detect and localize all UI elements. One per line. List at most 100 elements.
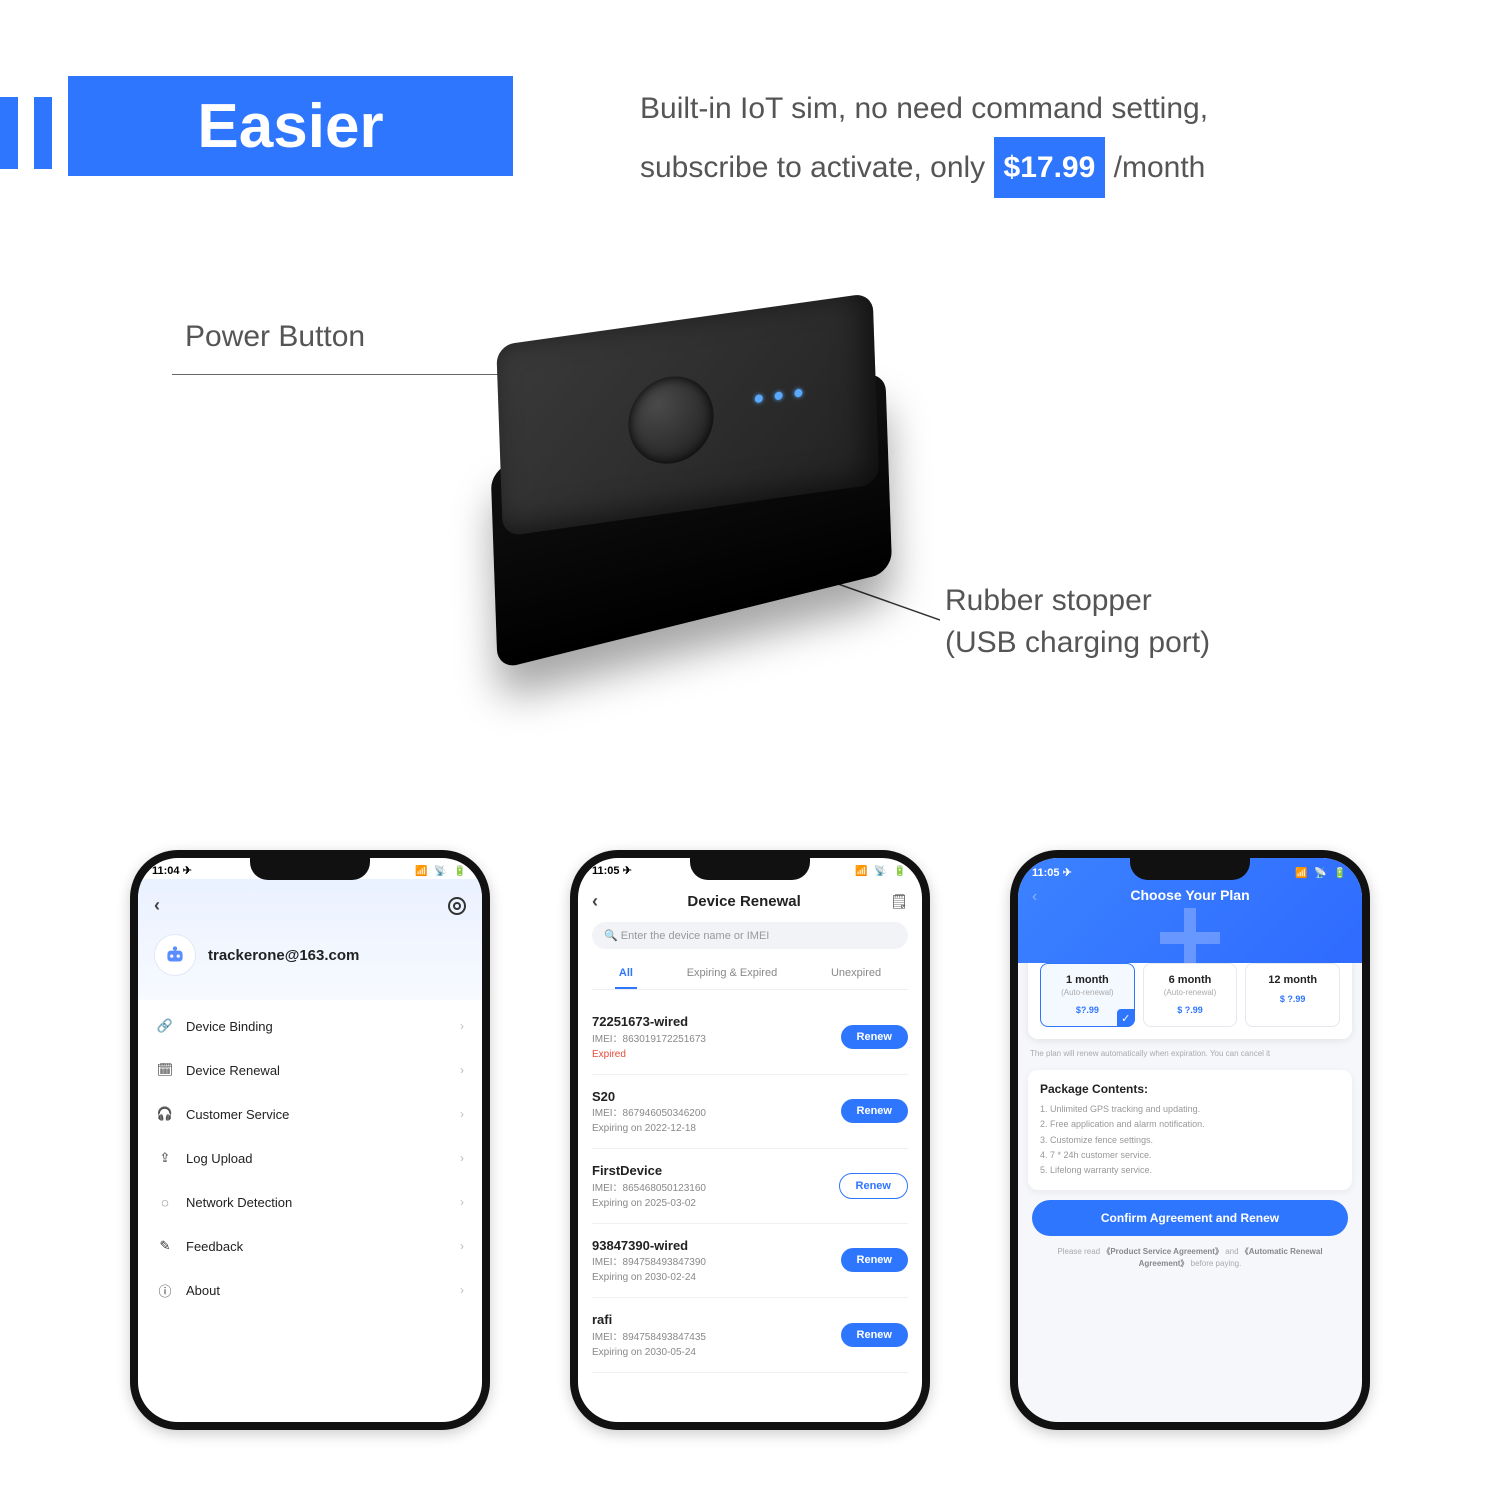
back-button[interactable]: ‹ xyxy=(592,891,598,912)
phone-renewal: 11:05 ✈ ‹ Device Renewal 🗒 🔍 Enter the d… xyxy=(570,850,930,1430)
device-status: Expiring on 2030-05-24 xyxy=(592,1345,706,1360)
menu-label: Device Binding xyxy=(186,1019,273,1034)
package-title: Package Contents: xyxy=(1040,1082,1340,1096)
search-placeholder: Enter the device name or IMEI xyxy=(621,930,770,942)
plan-12-month[interactable]: 12 month$ ?.99 xyxy=(1245,963,1340,1027)
check-icon: ✓ xyxy=(1117,1009,1135,1027)
phone-notch xyxy=(690,858,810,880)
status-icons xyxy=(415,865,468,877)
device-status: Expiring on 2022-12-18 xyxy=(592,1121,706,1136)
header-line2b: /month xyxy=(1114,151,1206,184)
search-input[interactable]: 🔍 Enter the device name or IMEI xyxy=(592,922,908,949)
tab-all[interactable]: All xyxy=(615,959,637,989)
device-imei: IMEI：894758493847435 xyxy=(592,1330,706,1345)
chevron-right-icon: › xyxy=(460,1019,464,1033)
header-copy: Built-in IoT sim, no need command settin… xyxy=(640,80,1470,198)
network-icon: ◌ xyxy=(156,1193,174,1211)
menu-item-about[interactable]: ⓘAbout› xyxy=(138,1268,482,1312)
plan-sub: (Auto-renewal) xyxy=(1148,988,1233,997)
menu-item-log-upload[interactable]: ⇪Log Upload› xyxy=(138,1136,482,1180)
plan-options: 1 month(Auto-renewal)$?.99✓ 6 month(Auto… xyxy=(1040,963,1340,1027)
renewal-header: ‹ Device Renewal 🗒 🔍 Enter the device na… xyxy=(578,879,922,1000)
device-name: rafi xyxy=(592,1310,706,1330)
device-row: rafiIMEI：894758493847435Expiring on 2030… xyxy=(592,1298,908,1373)
renew-button[interactable]: Renew xyxy=(841,1025,908,1049)
label-usb-line2: (USB charging port) xyxy=(945,626,1210,659)
account-header: ‹ trackerone@163.com xyxy=(138,879,482,1000)
plan-price: ?.99 xyxy=(1185,1005,1203,1015)
auto-renew-note: The plan will renew automatically when e… xyxy=(1018,1039,1362,1062)
device-list: 72251673-wiredIMEI：863019172251673Expire… xyxy=(578,1000,922,1373)
settings-menu: 🔗Device Binding› 🗓Device Renewal› 🎧Custo… xyxy=(138,1000,482,1316)
phone-notch xyxy=(1130,858,1250,880)
power-button-icon xyxy=(627,371,715,469)
plan-price: ?.99 xyxy=(1287,994,1305,1004)
device-row: 72251673-wiredIMEI：863019172251673Expire… xyxy=(592,1000,908,1075)
feedback-icon: ✎ xyxy=(156,1237,174,1255)
device-row: S20IMEI：867946050346200Expiring on 2022-… xyxy=(592,1075,908,1150)
device-imei: IMEI：865468050123160 xyxy=(592,1181,706,1196)
disc-text: and xyxy=(1223,1247,1241,1256)
header-line2a: subscribe to activate, only xyxy=(640,151,994,184)
menu-item-feedback[interactable]: ✎ Feedback › xyxy=(138,1224,482,1268)
phone-notch xyxy=(250,858,370,880)
device-imei: IMEI：863019172251673 xyxy=(592,1032,706,1047)
package-item: 1. Unlimited GPS tracking and updating. xyxy=(1040,1102,1340,1117)
phone-account: 11:04 ✈ ‹ trackerone@163.com 🔗Device Bin… xyxy=(130,850,490,1430)
renewal-icon: 🗓 xyxy=(156,1061,174,1079)
package-item: 2. Free application and alarm notificati… xyxy=(1040,1117,1340,1132)
avatar xyxy=(154,934,196,976)
chevron-right-icon: › xyxy=(460,1151,464,1165)
status-time: 11:04 ✈ xyxy=(152,864,192,877)
menu-label: Device Renewal xyxy=(186,1063,280,1078)
renew-button[interactable]: Renew xyxy=(839,1173,908,1199)
renew-button[interactable]: Renew xyxy=(841,1099,908,1123)
plan-name: 1 month xyxy=(1045,974,1130,986)
robot-icon xyxy=(162,942,188,968)
orders-icon[interactable]: 🗒 xyxy=(890,893,908,910)
menu-item-device-renewal[interactable]: 🗓 Device Renewal › xyxy=(138,1048,482,1092)
status-time: 11:05 ✈ xyxy=(592,864,632,877)
device-status: Expired xyxy=(592,1047,706,1062)
led-icon xyxy=(775,391,783,400)
tab-unexpired[interactable]: Unexpired xyxy=(827,959,885,989)
device-status: Expiring on 2025-03-02 xyxy=(592,1196,706,1211)
account-email: trackerone@163.com xyxy=(208,947,359,964)
device-diagram: Power Button Rubber stopper (USB chargin… xyxy=(0,310,1500,780)
accent-bar xyxy=(0,97,18,169)
renew-button[interactable]: Renew xyxy=(841,1323,908,1347)
plan-6-month[interactable]: 6 month(Auto-renewal)$ ?.99 xyxy=(1143,963,1238,1027)
status-icons xyxy=(1295,867,1348,879)
device-name: 93847390-wired xyxy=(592,1236,706,1256)
phone-plan: 11:05 ✈ ‹ Choose Your Plan Choose your p… xyxy=(1010,850,1370,1430)
back-button[interactable]: ‹ xyxy=(154,895,160,916)
chevron-right-icon: › xyxy=(460,1239,464,1253)
header-bars: Easier xyxy=(0,90,513,176)
service-agreement-link[interactable]: 《Product Service Agreement》 xyxy=(1102,1247,1223,1256)
title-badge: Easier xyxy=(68,76,513,176)
menu-label: Customer Service xyxy=(186,1107,289,1122)
menu-label: Network Detection xyxy=(186,1195,292,1210)
back-button[interactable]: ‹ xyxy=(1032,888,1037,906)
tab-expiring[interactable]: Expiring & Expired xyxy=(683,959,782,989)
menu-label: Feedback xyxy=(186,1239,243,1254)
device-row: 93847390-wiredIMEI：894758493847390Expiri… xyxy=(592,1224,908,1299)
accent-bar xyxy=(34,97,52,169)
header-line1: Built-in IoT sim, no need command settin… xyxy=(640,92,1208,125)
menu-item-network-detection[interactable]: ◌Network Detection› xyxy=(138,1180,482,1224)
status-time: 11:05 ✈ xyxy=(1032,866,1072,879)
status-icons xyxy=(855,865,908,877)
menu-item-customer-service[interactable]: 🎧Customer Service› xyxy=(138,1092,482,1136)
confirm-button[interactable]: Confirm Agreement and Renew xyxy=(1032,1200,1348,1236)
package-item: 5. Lifelong warranty service. xyxy=(1040,1163,1340,1178)
menu-label: Log Upload xyxy=(186,1151,253,1166)
renew-button[interactable]: Renew xyxy=(841,1248,908,1272)
label-usb-line1: Rubber stopper xyxy=(945,584,1152,617)
gear-icon[interactable] xyxy=(448,897,466,915)
plan-1-month[interactable]: 1 month(Auto-renewal)$?.99✓ xyxy=(1040,963,1135,1027)
label-usb-port: Rubber stopper (USB charging port) xyxy=(945,580,1210,664)
chevron-right-icon: › xyxy=(460,1063,464,1077)
header: Easier Built-in IoT sim, no need command… xyxy=(0,90,1500,220)
menu-item-device-binding[interactable]: 🔗Device Binding› xyxy=(138,1004,482,1048)
package-item: 3. Customize fence settings. xyxy=(1040,1133,1340,1148)
